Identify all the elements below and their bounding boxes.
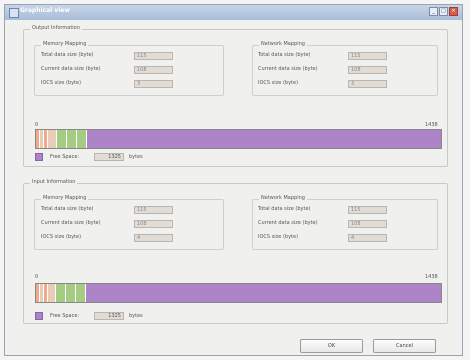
input-memory-current-label: Current data size (byte) <box>41 220 101 226</box>
input-network-current-label: Current data size (byte) <box>258 220 318 226</box>
output-free-space-unit: bytes <box>129 154 143 160</box>
minimize-button[interactable]: _ <box>429 7 438 16</box>
output-network-total-field[interactable]: 115 <box>348 52 387 60</box>
output-memory-total-label: Total data size (byte) <box>41 52 94 58</box>
input-used-segment-5 <box>56 284 66 302</box>
ok-button[interactable]: OK <box>300 339 363 353</box>
input-used-segment-6 <box>66 284 76 302</box>
app-icon <box>9 8 19 18</box>
output-memory-bar <box>35 129 442 149</box>
output-memory-total-field[interactable]: 115 <box>134 52 173 60</box>
output-network-iocs-label: IOCS size (byte) <box>258 80 299 86</box>
input-memory-mapping-group: Memory Mapping Total data size (byte) 11… <box>34 195 224 250</box>
input-network-current-field[interactable]: 108 <box>348 220 387 228</box>
input-network-mapping-title: Network Mapping <box>259 195 307 201</box>
output-free-segment <box>87 130 441 148</box>
close-button[interactable]: × <box>449 7 458 16</box>
output-network-mapping-group: Network Mapping Total data size (byte) 1… <box>252 41 438 96</box>
output-memory-iocs-label: IOCS size (byte) <box>41 80 82 86</box>
output-network-mapping-title: Network Mapping <box>259 41 307 47</box>
graphical-view-window: Graphical view _ □ × Output Information … <box>4 4 463 356</box>
output-network-current-label: Current data size (byte) <box>258 66 318 72</box>
output-memory-iocs-field[interactable]: 3 <box>134 80 173 88</box>
input-memory-iocs-field[interactable]: 4 <box>134 234 173 242</box>
output-free-space-label: Free Space: <box>50 154 80 160</box>
input-network-iocs-label: IOCS size (byte) <box>258 234 299 240</box>
output-scale-max: 1438 <box>425 122 438 128</box>
output-used-segment-6 <box>67 130 77 148</box>
input-used-segment-7 <box>76 284 86 302</box>
input-scale-max: 1438 <box>425 274 438 280</box>
input-memory-iocs-label: IOCS size (byte) <box>41 234 82 240</box>
window-title: Graphical view <box>20 7 70 14</box>
input-network-iocs-field[interactable]: 4 <box>348 234 387 242</box>
cancel-button[interactable]: Cancel <box>373 339 436 353</box>
title-bar[interactable]: Graphical view _ □ × <box>5 5 462 20</box>
input-memory-bar <box>35 283 442 303</box>
input-memory-total-label: Total data size (byte) <box>41 206 94 212</box>
output-network-iocs-field[interactable]: 3 <box>348 80 387 88</box>
output-free-space-field: 1325 <box>94 153 124 161</box>
input-information-title: Input Information <box>30 179 78 185</box>
output-used-segment-4 <box>48 130 57 148</box>
output-memory-mapping-title: Memory Mapping <box>41 41 89 47</box>
input-scale-min: 0 <box>35 274 39 280</box>
output-used-segment-7 <box>77 130 87 148</box>
output-memory-current-field[interactable]: 108 <box>134 66 173 74</box>
input-memory-total-field[interactable]: 115 <box>134 206 173 214</box>
input-network-total-field[interactable]: 115 <box>348 206 387 214</box>
input-memory-mapping-title: Memory Mapping <box>41 195 89 201</box>
input-memory-current-field[interactable]: 108 <box>134 220 173 228</box>
input-network-total-label: Total data size (byte) <box>258 206 311 212</box>
output-network-current-field[interactable]: 108 <box>348 66 387 74</box>
output-information-title: Output Information <box>30 25 82 31</box>
input-free-space-label: Free Space: <box>50 313 80 319</box>
maximize-button[interactable]: □ <box>439 7 448 16</box>
input-free-space-swatch <box>35 312 43 320</box>
input-network-mapping-group: Network Mapping Total data size (byte) 1… <box>252 195 438 250</box>
output-free-space-swatch <box>35 153 43 161</box>
input-free-space-field: 1325 <box>94 312 124 320</box>
output-memory-current-label: Current data size (byte) <box>41 66 101 72</box>
output-memory-mapping-group: Memory Mapping Total data size (byte) 11… <box>34 41 224 96</box>
input-free-segment <box>86 284 441 302</box>
output-information-group: Output Information Memory Mapping Total … <box>23 25 448 167</box>
output-scale-min: 0 <box>35 122 39 128</box>
input-free-space-unit: bytes <box>129 313 143 319</box>
output-used-segment-5 <box>57 130 67 148</box>
input-information-group: Input Information Memory Mapping Total d… <box>23 179 448 324</box>
input-used-segment-4 <box>48 284 56 302</box>
output-network-total-label: Total data size (byte) <box>258 52 311 58</box>
